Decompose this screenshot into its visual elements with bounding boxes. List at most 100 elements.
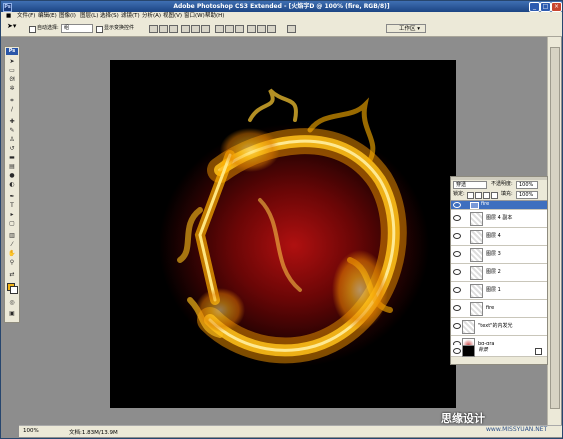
fill-input[interactable]: 100% [516,191,538,199]
menu-edit[interactable]: 编辑(E) [38,13,57,20]
scrollbar-thumb[interactable] [550,47,560,409]
notes-tool-icon[interactable]: ▥ [8,232,16,239]
align-hcenter-icon[interactable] [191,25,200,33]
lock-position-icon[interactable] [483,192,490,199]
distribute-hcenter-icon[interactable] [257,25,266,33]
zoom-tool-icon[interactable]: ⚲ [8,259,16,266]
watermark-site: www.MISSYUAN.NET [486,426,548,433]
align-top-icon[interactable] [149,25,158,33]
distribute-bottom-icon[interactable] [235,25,244,33]
title-bar[interactable]: Ps Adobe Photoshop CS3 Extended - [火焰字D … [1,1,562,12]
type-tool-icon[interactable]: T [8,202,16,209]
slice-tool-icon[interactable]: ∕ [8,106,16,113]
layer-row[interactable]: 图层 3 [451,246,547,264]
lock-all-icon[interactable] [491,192,498,199]
path-selection-icon[interactable]: ▸ [8,211,16,218]
layer-row[interactable]: 图层 2 [451,264,547,282]
layer-row[interactable]: 图层 1 [451,282,547,300]
layer-name: 图层 3 [486,251,501,257]
quick-mask-icon[interactable]: ◎ [8,299,16,306]
background-layer-row[interactable]: 背景 [451,345,547,357]
visibility-eye-icon[interactable] [453,202,461,208]
pen-tool-icon[interactable]: ✒ [8,193,16,200]
menu-file[interactable]: 文件(F) [17,13,35,20]
auto-select-checkbox[interactable] [29,26,36,33]
vertical-scrollbar[interactable] [547,37,561,425]
lock-transparent-icon[interactable] [467,192,474,199]
menu-select[interactable]: 选择(S) [100,13,119,20]
workspace-label: 工作区 [399,26,416,32]
eraser-tool-icon[interactable]: ▬ [8,154,16,161]
visibility-eye-icon[interactable] [453,233,461,239]
minimize-button[interactable]: _ [529,2,540,12]
history-brush-icon[interactable]: ↺ [8,145,16,152]
visibility-eye-icon[interactable] [453,305,461,311]
background-thumbnail [462,345,475,357]
options-bar: ➤▾ 自动选择: 组 显示变换控件 工作区 ▾ [1,21,562,37]
layer-row[interactable]: 图层 4 [451,228,547,246]
healing-brush-icon[interactable]: ✚ [8,118,16,125]
visibility-eye-icon[interactable] [453,269,461,275]
dodge-tool-icon[interactable]: ◐ [8,181,16,188]
canvas-image[interactable] [110,60,456,408]
layer-row[interactable]: fire [451,201,547,210]
eyedropper-tool-icon[interactable]: ⁄ [8,241,16,248]
watermark-text: 思缘设计 [441,412,485,425]
distribute-right-icon[interactable] [267,25,276,33]
layer-name: fire [481,201,490,207]
background-color-swatch[interactable] [10,286,18,294]
shape-tool-icon[interactable]: ▢ [8,220,16,227]
workspace-button[interactable]: 工作区 ▾ [386,24,426,33]
visibility-eye-icon[interactable] [453,251,461,257]
auto-align-icon[interactable] [287,25,296,33]
marquee-tool-icon[interactable]: ▭ [8,67,16,74]
blur-tool-icon[interactable]: ● [8,172,16,179]
menu-layer[interactable]: 图层(L) [80,13,98,20]
visibility-eye-icon[interactable] [453,215,461,221]
swap-colors-icon[interactable]: ⇄ [8,271,16,278]
opacity-input[interactable]: 100% [516,181,538,189]
visibility-eye-icon[interactable] [453,323,461,329]
gradient-tool-icon[interactable]: ▤ [8,163,16,170]
align-bottom-icon[interactable] [169,25,178,33]
magic-wand-tool-icon[interactable]: ✲ [8,85,16,92]
menu-analysis[interactable]: 分析(A) [142,13,161,20]
show-transform-checkbox[interactable] [96,26,103,33]
blend-mode-dropdown[interactable]: 穿透 [453,181,487,189]
lasso-tool-icon[interactable]: ᘛ [8,76,16,83]
distribute-left-icon[interactable] [247,25,256,33]
menu-help[interactable]: 帮助(H) [205,13,224,20]
clone-stamp-icon[interactable]: ♙ [8,136,16,143]
menu-image[interactable]: 图像(I) [59,13,76,20]
move-tool-icon[interactable]: ➤ [8,58,16,65]
menu-window[interactable]: 窗口(W) [184,13,205,20]
maximize-button[interactable]: □ [540,2,551,12]
close-button[interactable]: × [551,2,562,12]
ps-menu-icon[interactable]: ■ [6,13,11,20]
layer-row[interactable]: 图层 4 副本 [451,210,547,228]
zoom-level[interactable]: 100% [23,428,39,434]
window-title: Adobe Photoshop CS3 Extended - [火焰字D @ 1… [173,3,390,10]
lock-label: 锁定: [453,191,465,197]
distribute-top-icon[interactable] [215,25,224,33]
align-right-icon[interactable] [201,25,210,33]
lock-pixels-icon[interactable] [475,192,482,199]
visibility-eye-icon[interactable] [453,287,461,293]
layer-thumbnail [470,266,483,280]
brush-tool-icon[interactable]: ✎ [8,127,16,134]
distribute-vcenter-icon[interactable] [225,25,234,33]
move-tool-icon[interactable]: ➤▾ [7,23,16,30]
toolbox: Ps ➤ ▭ ᘛ ✲ ⌗ ∕ ✚ ✎ ♙ ↺ ▬ ▤ ● ◐ ✒ T ▸ ▢ ▥… [4,46,20,323]
menu-view[interactable]: 视图(V) [163,13,182,20]
visibility-eye-icon[interactable] [453,348,461,354]
screen-mode-icon[interactable]: ▣ [8,310,16,317]
document-size[interactable]: 文档:1.83M/13.9M [69,428,118,436]
crop-tool-icon[interactable]: ⌗ [8,97,16,104]
hand-tool-icon[interactable]: ✋ [8,250,16,257]
menu-filter[interactable]: 滤镜(T) [121,13,140,20]
layer-row[interactable]: fire [451,300,547,318]
auto-select-dropdown[interactable]: 组 [61,24,93,33]
align-vcenter-icon[interactable] [159,25,168,33]
layer-row[interactable]: "text"的内发光 [451,318,547,336]
align-left-icon[interactable] [181,25,190,33]
